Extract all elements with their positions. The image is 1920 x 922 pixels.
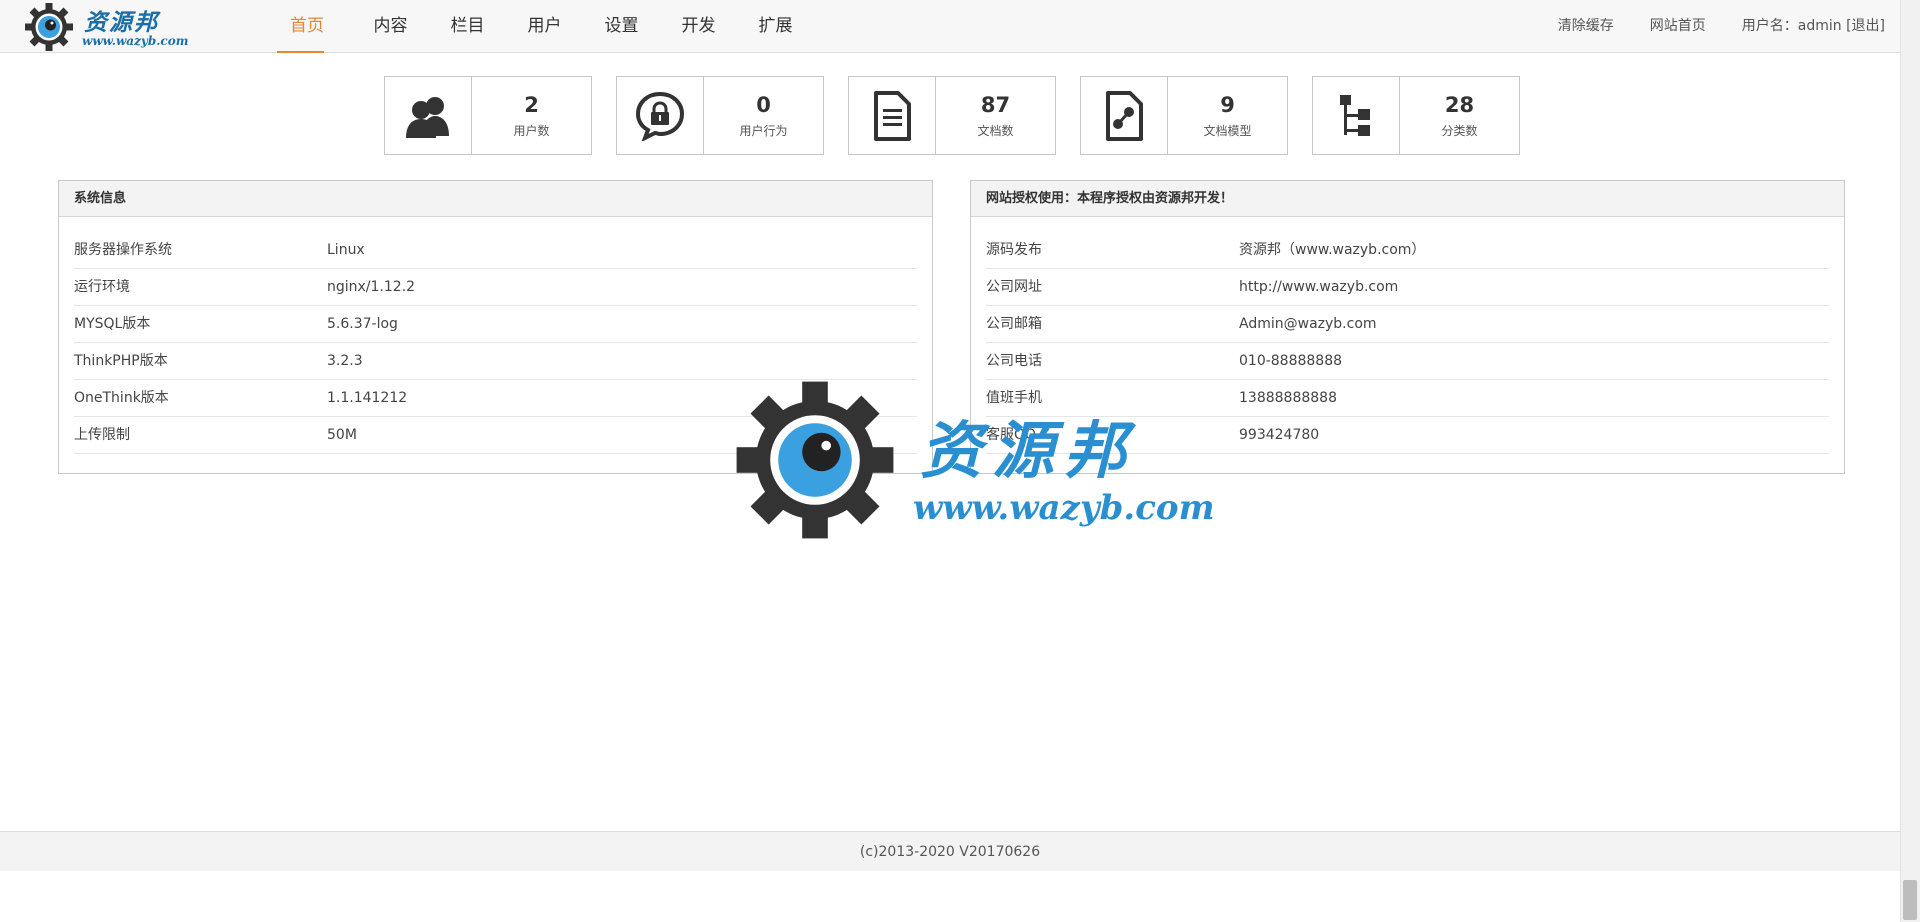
info-row: MYSQL版本 5.6.37-log [74,306,917,343]
info-key: MYSQL版本 [74,316,151,332]
clear-cache-link[interactable]: 清除缓存 [1558,0,1614,53]
username-text: 用户名：admin [1741,18,1842,34]
stat-label: 用户行为 [739,124,788,138]
info-value: 1.1.141212 [327,390,408,406]
info-row: OneThink版本 1.1.141212 [74,380,917,417]
info-key: 源码发布 [986,242,1042,258]
info-value: Admin@wazyb.com [1239,316,1377,332]
info-key: 运行环境 [74,279,130,295]
main-nav: 首页 内容 栏目 用户 设置 开发 扩展 [275,0,814,53]
stat-value: 28 [1444,93,1475,117]
nav-users[interactable]: 用户 [506,0,583,53]
stat-value: 9 [1220,93,1235,117]
info-value: 50M [327,427,357,443]
nav-settings[interactable]: 设置 [583,0,660,53]
nav-home[interactable]: 首页 [275,0,339,53]
info-row: 公司邮箱 Admin@wazyb.com [986,306,1829,343]
stat-user-actions[interactable]: 0 用户行为 [616,76,824,155]
nav-content[interactable]: 内容 [352,0,429,53]
info-key: ThinkPHP版本 [74,353,168,369]
info-key: 服务器操作系统 [74,242,172,258]
user-info: 用户名：admin [退出] [1742,0,1885,53]
system-info-panel: 系统信息 服务器操作系统 Linux 运行环境 nginx/1.12.2 MYSQL… [58,180,933,474]
info-key: 上传限制 [74,427,130,443]
tree-icon [1313,77,1400,154]
info-value: nginx/1.12.2 [327,279,416,295]
nav-extend[interactable]: 扩展 [737,0,814,53]
info-value: 5.6.37-log [327,316,398,332]
info-row: 公司网址 http://www.wazyb.com [986,269,1829,306]
nav-column[interactable]: 栏目 [429,0,506,53]
logo-url: www.wazyb.com [82,34,189,48]
document-model-icon [1081,77,1168,154]
panel-title: 系统信息 [59,181,932,217]
document-icon [849,77,936,154]
users-icon [385,77,472,154]
info-row: 值班手机 13888888888 [986,380,1829,417]
header-actions: 清除缓存 网站首页 用户名：admin [退出] [1558,0,1885,53]
info-key: 公司网址 [986,279,1042,295]
info-row: ThinkPHP版本 3.2.3 [74,343,917,380]
info-row: 运行环境 nginx/1.12.2 [74,269,917,306]
logout-link[interactable]: [退出] [1846,18,1885,34]
gear-eye-logo-icon [25,3,73,51]
info-row: 公司电话 010-88888888 [986,343,1829,380]
nav-develop[interactable]: 开发 [660,0,737,53]
stat-label: 用户数 [513,124,550,138]
footer: (c)2013-2020 V20170626 [0,831,1900,871]
panel-title: 网站授权使用：本程序授权由资源邦开发！ [971,181,1844,217]
stat-value: 0 [756,93,771,117]
stat-label: 文档模型 [1203,124,1252,138]
info-row: 上传限制 50M [74,417,917,454]
copyright-text: (c)2013-2020 V20170626 [859,844,1041,860]
stat-users[interactable]: 2 用户数 [384,76,592,155]
info-value: 3.2.3 [327,353,363,369]
info-value: 010-88888888 [1239,353,1343,369]
top-header: 资源邦 www.wazyb.com 首页 内容 栏目 用户 设置 开发 扩展 清… [0,0,1900,53]
info-row: 服务器操作系统 Linux [74,232,917,269]
vertical-scrollbar[interactable] [1900,0,1920,922]
lock-chat-icon [617,77,704,154]
bottom-blank-area [0,871,1900,922]
info-key: 客服QQ [986,427,1037,443]
stat-categories[interactable]: 28 分类数 [1312,76,1520,155]
info-value: 993424780 [1239,427,1320,443]
logo-title: 资源邦 [84,9,159,36]
stat-label: 分类数 [1441,124,1478,138]
info-value: Linux [327,242,365,258]
info-value: 13888888888 [1239,390,1337,406]
stat-value: 87 [980,93,1011,117]
stat-documents[interactable]: 87 文档数 [848,76,1056,155]
info-value: 资源邦（www.wazyb.com） [1239,242,1426,258]
watermark-url: www.wazyb.com [913,488,1215,528]
scrollbar-thumb[interactable] [1903,880,1917,920]
info-row: 源码发布 资源邦（www.wazyb.com） [986,232,1829,269]
info-key: 公司邮箱 [986,316,1042,332]
info-row: 客服QQ 993424780 [986,417,1829,454]
info-key: 公司电话 [986,353,1042,369]
info-key: 值班手机 [986,390,1042,406]
site-home-link[interactable]: 网站首页 [1650,0,1706,53]
info-value: http://www.wazyb.com [1239,279,1399,295]
site-logo[interactable]: 资源邦 www.wazyb.com [24,2,188,52]
stat-document-models[interactable]: 9 文档模型 [1080,76,1288,155]
stat-value: 2 [524,93,539,117]
info-key: OneThink版本 [74,390,169,406]
stats-row: 2 用户数 0 用户行为 87 文档数 9 文档模型 28 分类数 [384,76,1520,155]
license-info-panel: 网站授权使用：本程序授权由资源邦开发！ 源码发布 资源邦（www.wazyb.co… [970,180,1845,474]
stat-label: 文档数 [977,124,1014,138]
